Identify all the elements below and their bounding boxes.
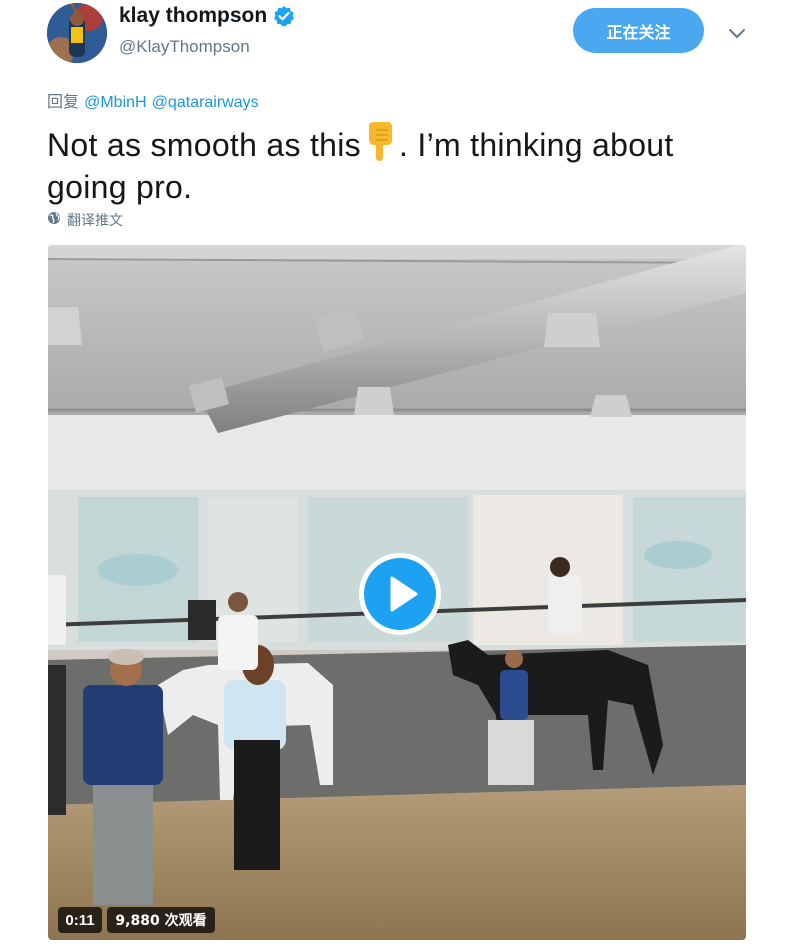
- tweet-header: klay thompson @KlayThompson 正在关注: [0, 0, 792, 80]
- globe-icon: [47, 211, 61, 229]
- verified-badge-icon: [273, 5, 295, 27]
- backhand-index-pointing-down-icon: [361, 120, 399, 162]
- video-view-count-badge: 9,880 次观看: [107, 907, 215, 933]
- play-button[interactable]: [359, 553, 441, 635]
- display-name[interactable]: klay thompson: [119, 4, 267, 28]
- translate-tweet-link[interactable]: 翻译推文: [47, 210, 123, 230]
- chevron-down-icon[interactable]: [726, 22, 748, 44]
- video-duration-badge: 0:11: [58, 907, 102, 933]
- tweet-text-part: Not as smooth as this: [47, 127, 361, 163]
- following-button[interactable]: 正在关注: [573, 8, 704, 53]
- play-icon: [364, 558, 436, 630]
- mention-link[interactable]: @MbinH: [84, 94, 146, 111]
- translate-label: 翻译推文: [67, 213, 123, 229]
- user-handle[interactable]: @KlayThompson: [119, 37, 250, 57]
- reply-prefix: 回复: [47, 92, 80, 111]
- reply-context: 回复 @MbinH @qatarairways: [47, 88, 259, 112]
- mention-link[interactable]: @qatarairways: [152, 94, 259, 111]
- tweet-text: Not as smooth as this . I’m thinking abo…: [47, 120, 747, 208]
- avatar[interactable]: [47, 3, 107, 63]
- name-row: klay thompson: [119, 4, 295, 28]
